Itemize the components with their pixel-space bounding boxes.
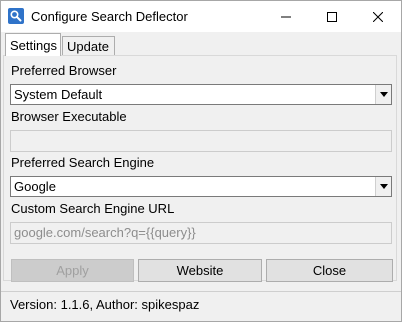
status-divider (1, 291, 401, 292)
custom-search-engine-url-field[interactable]: google.com/search?q={{query}} (10, 222, 392, 244)
custom-search-engine-url-label: Custom Search Engine URL (11, 201, 175, 216)
tab-settings[interactable]: Settings (5, 33, 61, 56)
custom-search-engine-url-value: google.com/search?q={{query}} (14, 225, 196, 240)
preferred-browser-label: Preferred Browser (11, 63, 117, 78)
preferred-search-engine-value: Google (14, 179, 56, 194)
preferred-search-engine-select[interactable]: Google (10, 176, 392, 197)
maximize-icon (327, 11, 337, 22)
apply-button[interactable]: Apply (11, 259, 134, 282)
search-deflector-app-icon (8, 8, 24, 24)
maximize-button[interactable] (309, 1, 355, 32)
minimize-button[interactable] (263, 1, 309, 32)
status-text: Version: 1.1.6, Author: spikespaz (10, 297, 200, 312)
window-title: Configure Search Deflector (31, 9, 188, 24)
close-icon (373, 11, 383, 22)
website-button[interactable]: Website (138, 259, 262, 282)
dropdown-arrow-icon[interactable] (375, 177, 391, 196)
configure-window: Configure Search Deflector Settings Upda… (0, 0, 402, 322)
preferred-browser-select[interactable]: System Default (10, 84, 392, 105)
minimize-icon (281, 16, 291, 17)
client-area: Settings Update Preferred Browser System… (1, 32, 401, 321)
browser-executable-field[interactable] (10, 130, 392, 152)
tab-update[interactable]: Update (62, 36, 115, 56)
browser-executable-label: Browser Executable (11, 109, 127, 124)
title-bar[interactable]: Configure Search Deflector (1, 1, 401, 32)
preferred-browser-value: System Default (14, 87, 103, 102)
settings-panel: Preferred Browser System Default Browser… (3, 55, 397, 281)
close-window-button[interactable] (355, 1, 401, 32)
preferred-search-engine-label: Preferred Search Engine (11, 155, 155, 170)
dropdown-arrow-icon[interactable] (375, 85, 391, 104)
close-button[interactable]: Close (266, 259, 393, 282)
